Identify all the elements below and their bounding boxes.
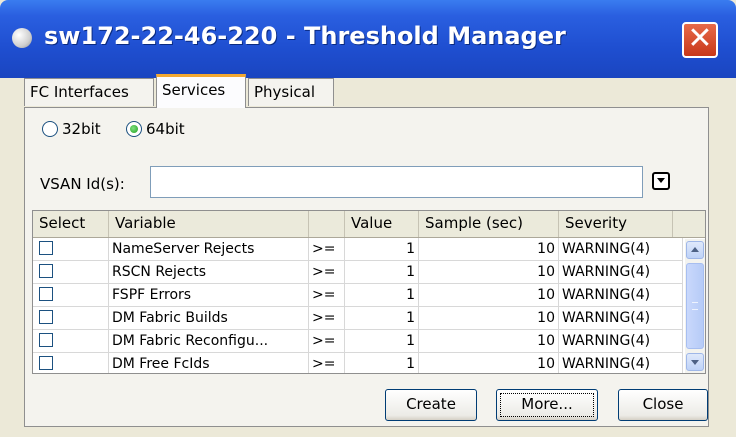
operator-cell[interactable]: >= — [309, 330, 345, 352]
sample-cell[interactable]: 10 — [419, 261, 559, 283]
select-cell[interactable] — [33, 238, 109, 260]
variable-cell: DM Fabric Builds — [109, 307, 309, 329]
severity-cell[interactable]: WARNING(4) — [559, 330, 683, 352]
radio-64bit[interactable]: 64bit — [126, 120, 185, 138]
create-button[interactable]: Create — [385, 389, 477, 421]
app-icon — [12, 28, 32, 48]
table-row[interactable]: DM Free FcIds >= 1 10 WARNING(4) — [33, 353, 683, 373]
column-header-variable[interactable]: Variable — [109, 211, 309, 237]
value-cell[interactable]: 1 — [345, 261, 419, 283]
radio-label-64bit: 64bit — [146, 120, 185, 138]
tab-physical[interactable]: Physical — [248, 78, 334, 106]
select-cell[interactable] — [33, 353, 109, 373]
operator-cell[interactable]: >= — [309, 307, 345, 329]
scroll-up-arrow-icon[interactable] — [686, 241, 704, 259]
value-cell[interactable]: 1 — [345, 330, 419, 352]
threshold-table: Select Variable Value Sample (sec) Sever… — [32, 210, 706, 374]
variable-cell: FSPF Errors — [109, 284, 309, 306]
operator-cell[interactable]: >= — [309, 261, 345, 283]
select-cell[interactable] — [33, 307, 109, 329]
threshold-manager-window: sw172-22-46-220 - Threshold Manager ✕ FC… — [0, 0, 736, 437]
table-header: Select Variable Value Sample (sec) Sever… — [33, 211, 705, 238]
table-row[interactable]: DM Fabric Builds >= 1 10 WARNING(4) — [33, 307, 683, 330]
scrollbar-thumb[interactable] — [686, 263, 704, 349]
tab-services[interactable]: Services — [156, 74, 246, 108]
sample-cell[interactable]: 10 — [419, 238, 559, 260]
radio-32bit[interactable]: 32bit — [42, 120, 101, 138]
vsan-label: VSAN Id(s): — [40, 175, 125, 193]
select-cell[interactable] — [33, 284, 109, 306]
table-vertical-scrollbar[interactable] — [685, 239, 705, 373]
value-cell[interactable]: 1 — [345, 307, 419, 329]
select-cell[interactable] — [33, 330, 109, 352]
table-row[interactable]: FSPF Errors >= 1 10 WARNING(4) — [33, 284, 683, 307]
vsan-input[interactable] — [150, 166, 643, 198]
table-row[interactable]: DM Fabric Reconfigu... >= 1 10 WARNING(4… — [33, 330, 683, 353]
severity-cell[interactable]: WARNING(4) — [559, 307, 683, 329]
operator-cell[interactable]: >= — [309, 353, 345, 373]
vsan-dropdown-icon[interactable] — [652, 172, 670, 190]
column-header-operator[interactable] — [309, 211, 345, 237]
scroll-down-arrow-icon[interactable] — [686, 353, 704, 371]
severity-cell[interactable]: WARNING(4) — [559, 353, 683, 373]
more-button[interactable]: More... — [496, 389, 598, 421]
select-checkbox[interactable] — [39, 310, 53, 324]
variable-cell: DM Fabric Reconfigu... — [109, 330, 309, 352]
variable-cell: DM Free FcIds — [109, 353, 309, 373]
table-row[interactable]: NameServer Rejects >= 1 10 WARNING(4) — [33, 238, 683, 261]
variable-cell: NameServer Rejects — [109, 238, 309, 260]
table-row[interactable]: RSCN Rejects >= 1 10 WARNING(4) — [33, 261, 683, 284]
value-cell[interactable]: 1 — [345, 238, 419, 260]
sample-cell[interactable]: 10 — [419, 353, 559, 373]
sample-cell[interactable]: 10 — [419, 330, 559, 352]
value-cell[interactable]: 1 — [345, 353, 419, 373]
select-checkbox[interactable] — [39, 241, 53, 255]
severity-cell[interactable]: WARNING(4) — [559, 238, 683, 260]
column-header-select[interactable]: Select — [33, 211, 109, 237]
value-cell[interactable]: 1 — [345, 284, 419, 306]
column-header-severity[interactable]: Severity — [559, 211, 673, 237]
variable-cell: RSCN Rejects — [109, 261, 309, 283]
operator-cell[interactable]: >= — [309, 238, 345, 260]
select-checkbox[interactable] — [39, 356, 53, 370]
radio-circle-32bit[interactable] — [42, 121, 58, 137]
close-button[interactable]: Close — [618, 389, 708, 421]
operator-cell[interactable]: >= — [309, 284, 345, 306]
radio-circle-64bit[interactable] — [126, 121, 142, 137]
tab-fc-interfaces[interactable]: FC Interfaces — [24, 78, 154, 106]
window-title: sw172-22-46-220 - Threshold Manager — [44, 22, 566, 50]
column-header-value[interactable]: Value — [345, 211, 419, 237]
close-window-icon[interactable]: ✕ — [682, 22, 718, 58]
select-checkbox[interactable] — [39, 287, 53, 301]
select-checkbox[interactable] — [39, 264, 53, 278]
title-bar[interactable]: sw172-22-46-220 - Threshold Manager ✕ — [0, 0, 736, 78]
sample-cell[interactable]: 10 — [419, 307, 559, 329]
select-cell[interactable] — [33, 261, 109, 283]
select-checkbox[interactable] — [39, 333, 53, 347]
severity-cell[interactable]: WARNING(4) — [559, 261, 683, 283]
column-header-sample[interactable]: Sample (sec) — [419, 211, 559, 237]
severity-cell[interactable]: WARNING(4) — [559, 284, 683, 306]
radio-label-32bit: 32bit — [62, 120, 101, 138]
sample-cell[interactable]: 10 — [419, 284, 559, 306]
